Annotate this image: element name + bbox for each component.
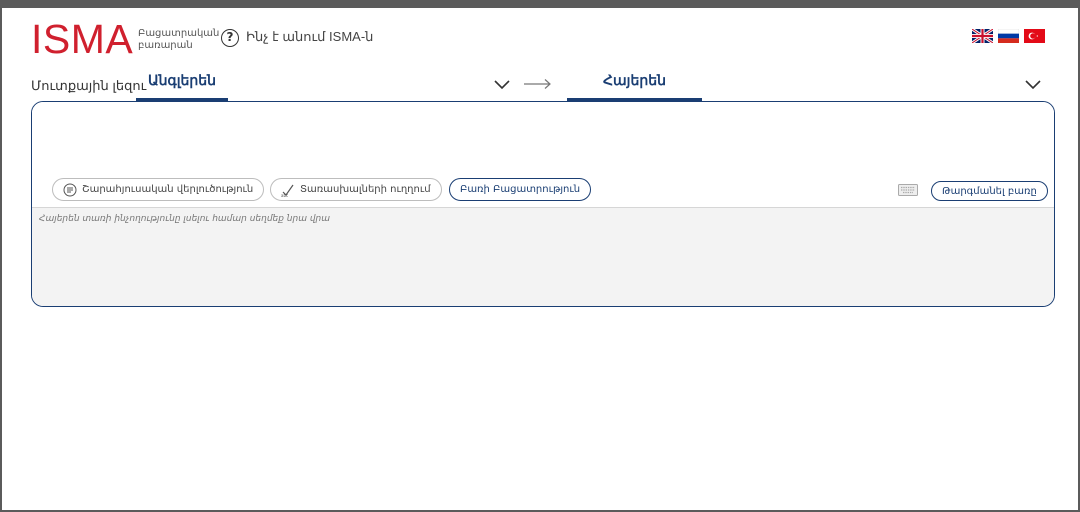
word-explanation-button[interactable]: Բառի Բացատրություն xyxy=(449,178,592,201)
source-language-chevron-down-icon[interactable] xyxy=(494,80,510,90)
target-language-chevron-down-icon[interactable] xyxy=(1025,80,1041,90)
target-language-tab[interactable]: Հայերեն xyxy=(567,72,702,89)
word-explanation-label: Բառի Բացատրություն xyxy=(460,184,581,195)
isma-logo[interactable]: ISMA xyxy=(31,16,133,62)
tagline-line1: Բացատրական xyxy=(138,28,220,39)
translation-panel: Շարահյուսական վերլուծություն abc Տառասխա… xyxy=(31,101,1055,307)
spellcheck-icon: abc xyxy=(281,184,294,197)
spellcheck-button[interactable]: abc Տառասխալների ուղղում xyxy=(270,178,442,201)
grammar-analysis-label: Շարահյուսական վերլուծություն xyxy=(82,184,254,195)
svg-text:abc: abc xyxy=(281,193,288,197)
what-isma-does-link[interactable]: Ինչ է անում ISMA-ն xyxy=(246,29,373,45)
help-icon[interactable]: ? xyxy=(221,29,239,47)
logo-tagline: Բացատրական բառարան xyxy=(138,28,220,52)
source-language-tab[interactable]: Անգլերեն xyxy=(136,72,228,89)
translate-word-label: Թարգմանել բառը xyxy=(942,185,1037,197)
uk-flag-icon[interactable] xyxy=(972,29,993,43)
russia-flag-icon[interactable] xyxy=(998,29,1019,43)
tagline-line2: բառարան xyxy=(138,40,193,51)
input-area: Շարահյուսական վերլուծություն abc Տառասխա… xyxy=(32,102,1054,207)
output-hint-text: Հայերեն տառի ինչողությունը լսելու համար … xyxy=(39,214,331,224)
output-area: Հայերեն տառի ինչողությունը լսելու համար … xyxy=(32,207,1054,306)
grammar-analysis-button[interactable]: Շարահյուսական վերլուծություն xyxy=(52,178,265,201)
source-text-input[interactable] xyxy=(42,110,1042,174)
keyboard-icon[interactable] xyxy=(898,184,918,196)
spellcheck-label: Տառասխալների ուղղում xyxy=(300,184,431,195)
grammar-analysis-icon xyxy=(63,183,77,196)
source-language-label: Մուտքային լեզու xyxy=(31,78,147,93)
language-flags xyxy=(972,29,1045,43)
translate-direction-arrow-icon xyxy=(524,79,551,89)
translate-word-button[interactable]: Թարգմանել բառը xyxy=(931,181,1048,201)
turkey-flag-icon[interactable] xyxy=(1024,29,1045,43)
